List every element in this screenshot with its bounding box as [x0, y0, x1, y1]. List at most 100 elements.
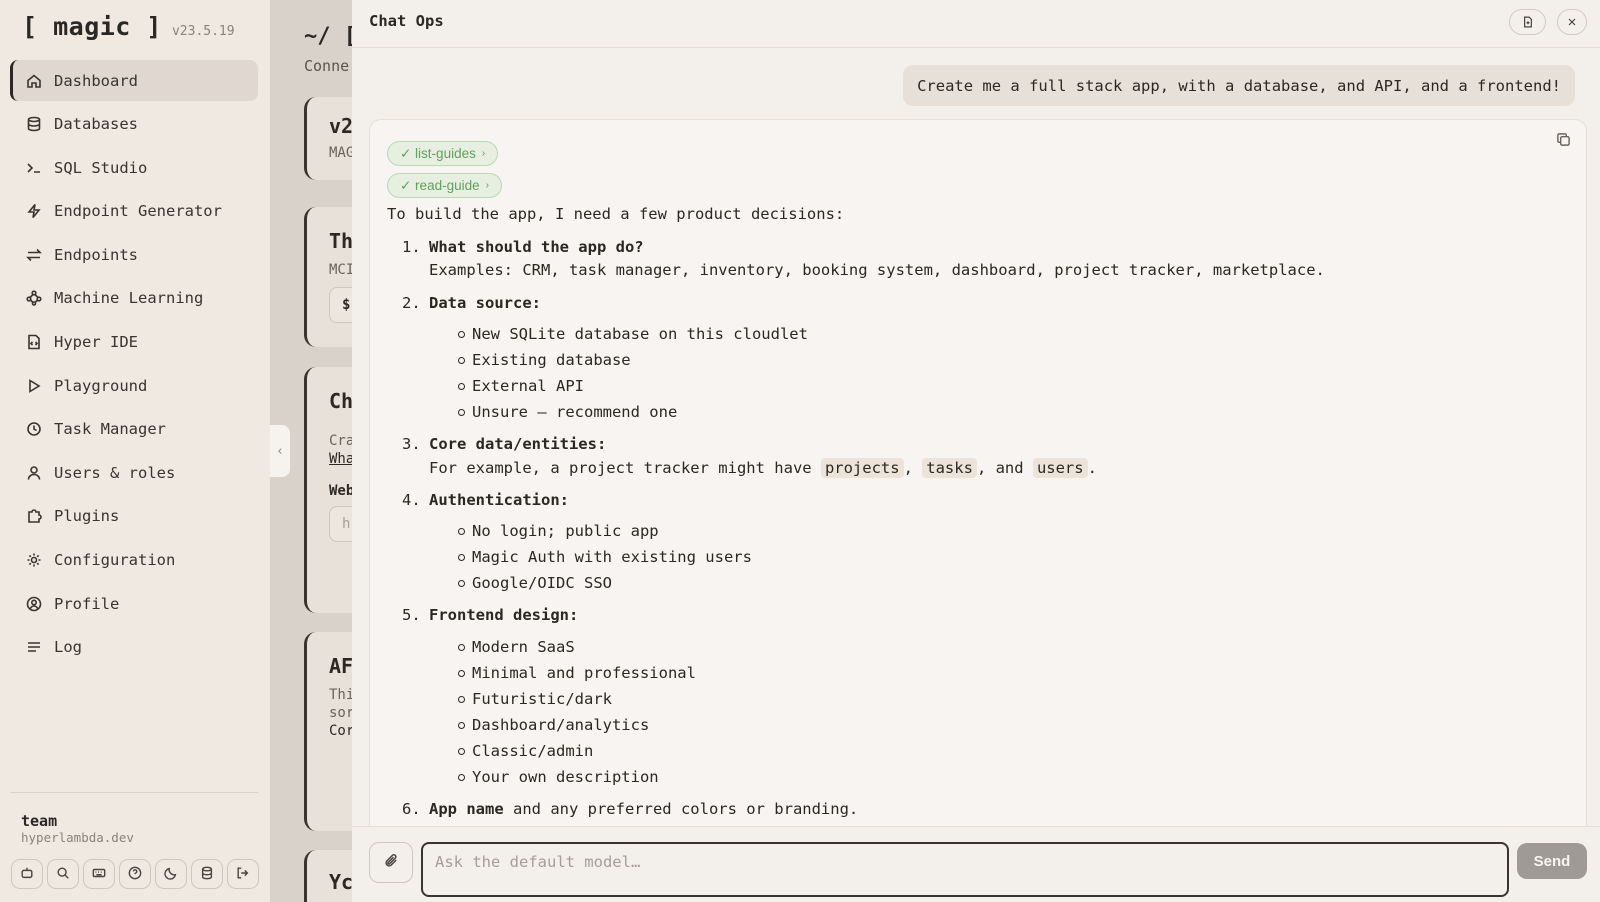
- sidebar-item-label: Configuration: [54, 551, 176, 570]
- sidebar-divider: [10, 792, 258, 793]
- sidebar-item-label: Plugins: [54, 507, 120, 526]
- tool-call-badge[interactable]: ✓ read-guide ›: [387, 173, 502, 198]
- question-title: Core data/entities:: [429, 435, 607, 453]
- sidebar-item-label: Profile: [54, 594, 120, 613]
- list-item: Google/OIDC SSO: [458, 574, 612, 592]
- sidebar-item-users-roles[interactable]: Users & roles: [10, 452, 258, 493]
- document-icon: [1522, 13, 1534, 32]
- list-item: Modern SaaS: [458, 638, 575, 656]
- help-icon: [128, 865, 142, 884]
- sidebar-item-endpoints[interactable]: Endpoints: [10, 234, 258, 275]
- card-link[interactable]: Wha: [329, 451, 352, 467]
- robot-button[interactable]: [11, 859, 43, 889]
- chat-input[interactable]: [421, 842, 1509, 897]
- question-title: Frontend design:: [429, 606, 579, 624]
- user-name: team: [21, 812, 58, 830]
- home-icon: [24, 71, 44, 91]
- sidebar-item-playground[interactable]: Playground: [10, 365, 258, 406]
- bolt-icon: [24, 201, 44, 221]
- database-button[interactable]: [191, 859, 223, 889]
- profile-icon: [24, 594, 44, 614]
- sidebar-item-plugins[interactable]: Plugins: [10, 496, 258, 537]
- sidebar-item-endpoint-generator[interactable]: Endpoint Generator: [10, 191, 258, 232]
- help-button[interactable]: [119, 859, 151, 889]
- card-chip: $: [329, 287, 352, 323]
- list-item: No login; public app: [458, 522, 659, 540]
- puzzle-icon: [24, 506, 44, 526]
- inline-code: projects: [820, 458, 904, 478]
- gear-icon: [24, 550, 44, 570]
- sidebar-item-label: Machine Learning: [54, 289, 204, 308]
- chevron-left-icon: ‹: [276, 443, 284, 459]
- send-button[interactable]: Send: [1517, 843, 1587, 879]
- card-line: sor: [329, 705, 352, 721]
- list-item: Unsure — recommend one: [458, 403, 677, 421]
- page-subtitle: Conne: [304, 57, 350, 75]
- version-card: v2 MAG: [304, 97, 352, 180]
- chat-ops-panel: Chat Ops Create me a full stack app, wit…: [352, 0, 1600, 902]
- list-item: Minimal and professional: [458, 664, 696, 682]
- sidebar-item-log[interactable]: Log: [10, 627, 258, 668]
- sidebar-item-configuration[interactable]: Configuration: [10, 540, 258, 581]
- sidebar-item-sql-studio[interactable]: SQL Studio: [10, 147, 258, 188]
- card-title: Ch: [329, 389, 352, 413]
- close-button[interactable]: [1557, 9, 1587, 35]
- card-title: v2: [329, 114, 352, 138]
- sidebar-item-machine-learning[interactable]: Machine Learning: [10, 278, 258, 319]
- list-number: 3.: [402, 435, 421, 453]
- network-icon: [24, 288, 44, 308]
- sidebar-item-label: Hyper IDE: [54, 333, 138, 352]
- tool-call-badge[interactable]: ✓ list-guides ›: [387, 141, 499, 166]
- inline-code: users: [1032, 458, 1088, 478]
- collapse-sidebar-button[interactable]: ‹: [270, 425, 290, 477]
- search-button[interactable]: [47, 859, 79, 889]
- list-icon: [24, 637, 44, 657]
- chat-card: Ch Cra Wha Web h: [304, 367, 352, 613]
- brand: [ magic ] v23.5.19: [22, 12, 235, 41]
- list-item: Futuristic/dark: [458, 690, 612, 708]
- keyboard-icon: [92, 865, 106, 884]
- logout-icon: [236, 865, 250, 884]
- sidebar-item-dashboard[interactable]: Dashboard: [10, 60, 258, 101]
- export-button[interactable]: [1509, 9, 1546, 35]
- app-version: v23.5.19: [171, 24, 235, 39]
- tool-call-label: ✓ read-guide: [400, 177, 480, 193]
- card-input[interactable]: h: [329, 506, 352, 542]
- attach-button[interactable]: [369, 842, 413, 883]
- theme-toggle-button[interactable]: [155, 859, 187, 889]
- page-title: ~/ [: [304, 24, 352, 49]
- copy-icon[interactable]: [1556, 132, 1572, 148]
- detail-text: For example, a project tracker might hav…: [429, 459, 821, 477]
- user-icon: [24, 463, 44, 483]
- app-logo[interactable]: [ magic ]: [22, 12, 162, 41]
- sidebar-item-databases[interactable]: Databases: [10, 104, 258, 145]
- sidebar: [ magic ] v23.5.19 Dashboard Databases S…: [0, 0, 270, 902]
- question-title: Authentication:: [429, 491, 569, 509]
- panel-title: Chat Ops: [369, 12, 444, 30]
- sidebar-item-task-manager[interactable]: Task Manager: [10, 409, 258, 450]
- panel-header: Chat Ops: [352, 0, 1600, 48]
- search-icon: [56, 865, 70, 884]
- reply-intro: To build the app, I need a few product d…: [387, 205, 845, 223]
- question-detail: Examples: CRM, task manager, inventory, …: [429, 261, 1325, 279]
- inline-code: tasks: [922, 458, 977, 478]
- code-file-icon: [24, 332, 44, 352]
- detail-text: , and: [976, 459, 1033, 477]
- sidebar-item-label: Dashboard: [54, 71, 138, 90]
- list-number: 4.: [402, 491, 421, 509]
- play-icon: [24, 376, 44, 396]
- card-title: Th: [329, 229, 352, 253]
- card-line: Cra: [329, 433, 352, 449]
- logout-button[interactable]: [227, 859, 259, 889]
- database-icon: [200, 865, 214, 884]
- sidebar-item-hyper-ide[interactable]: Hyper IDE: [10, 322, 258, 363]
- user-message: Create me a full stack app, with a datab…: [903, 65, 1575, 106]
- sidebar-item-profile[interactable]: Profile: [10, 583, 258, 624]
- user-domain: hyperlambda.dev: [21, 830, 134, 845]
- moon-icon: [164, 865, 178, 884]
- card-line: Web: [329, 483, 352, 499]
- list-item: External API: [458, 377, 584, 395]
- keyboard-button[interactable]: [83, 859, 115, 889]
- list-item: Dashboard/analytics: [458, 716, 649, 734]
- sidebar-toolbar: [11, 859, 259, 889]
